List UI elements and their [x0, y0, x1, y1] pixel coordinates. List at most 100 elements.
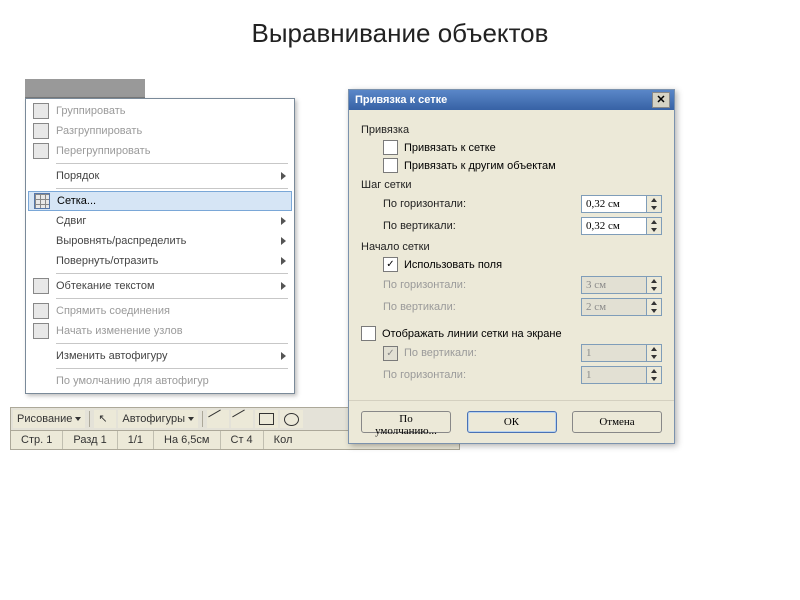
pointer-icon: ↖	[98, 412, 112, 426]
ellipse-icon	[284, 413, 299, 426]
menu-item-default-autoshape: По умолчанию для автофигур	[28, 371, 292, 391]
menu-label: Группировать	[56, 105, 286, 117]
status-col: Кол	[264, 431, 303, 449]
arrow-tool-button[interactable]	[231, 410, 253, 428]
group-snap-title: Привязка	[361, 124, 662, 136]
line-tool-button[interactable]	[207, 410, 229, 428]
default-button[interactable]: По умолчанию...	[361, 411, 451, 433]
checkbox-snap-to-objects[interactable]: Привязать к другим объектам	[383, 158, 662, 173]
group-origin-title: Начало сетки	[361, 241, 662, 253]
status-pages: 1/1	[118, 431, 154, 449]
submenu-arrow-icon	[281, 257, 286, 265]
checkbox-use-margins[interactable]: Использовать поля	[383, 257, 662, 272]
group-step-title: Шаг сетки	[361, 179, 662, 191]
line-icon	[208, 409, 228, 429]
checkbox-icon	[383, 346, 398, 361]
menu-label: Порядок	[56, 170, 275, 182]
menu-item-grid[interactable]: Сетка...	[28, 191, 292, 211]
rect-tool-button[interactable]	[255, 410, 278, 428]
checkbox-icon	[383, 257, 398, 272]
origin-h-label: По горизонтали:	[383, 279, 581, 291]
spin-down-icon[interactable]	[647, 226, 661, 234]
menu-label: Перегруппировать	[56, 145, 286, 157]
dialog-titlebar[interactable]: Привязка к сетке ✕	[349, 90, 674, 110]
cancel-button[interactable]: Отмена	[572, 411, 662, 433]
spin-down-icon	[647, 375, 661, 383]
show-v-label: По вертикали:	[404, 347, 581, 359]
origin-h-input	[581, 276, 646, 294]
menu-item-change-autoshape[interactable]: Изменить автофигуру	[28, 346, 292, 366]
rectangle-icon	[259, 413, 274, 425]
menu-label: Изменить автофигуру	[56, 350, 275, 362]
submenu-arrow-icon	[281, 282, 286, 290]
menu-separator	[56, 188, 288, 189]
menu-label: Обтекание текстом	[56, 280, 275, 292]
group-icon	[33, 103, 49, 119]
editnodes-icon	[33, 323, 49, 339]
spin-up-icon	[647, 277, 661, 285]
v-spacing-spinner[interactable]	[581, 217, 662, 235]
select-tool-button[interactable]: ↖	[94, 410, 116, 428]
autoshapes-button[interactable]: Автофигуры	[118, 410, 198, 428]
show-h-input	[581, 366, 646, 384]
menu-item-editnodes: Начать изменение узлов	[28, 321, 292, 341]
drawing-menu-button[interactable]: Рисование	[13, 410, 85, 428]
spin-up-icon[interactable]	[647, 196, 661, 204]
spin-down-icon	[647, 353, 661, 361]
spin-up-icon[interactable]	[647, 218, 661, 226]
menu-separator	[56, 163, 288, 164]
h-spacing-input[interactable]	[581, 195, 646, 213]
menu-item-ungroup: Разгруппировать	[28, 121, 292, 141]
menu-separator	[56, 298, 288, 299]
straighten-icon	[33, 303, 49, 319]
dropdown-arrow-icon	[75, 417, 81, 421]
status-line: Ст 4	[221, 431, 264, 449]
close-button[interactable]: ✕	[652, 92, 670, 108]
context-menu: Группировать Разгруппировать Перегруппир…	[25, 98, 295, 394]
menu-item-textwrap[interactable]: Обтекание текстом	[28, 276, 292, 296]
menu-label: Повернуть/отразить	[56, 255, 275, 267]
origin-v-spinner	[581, 298, 662, 316]
menu-item-align[interactable]: Выровнять/распределить	[28, 231, 292, 251]
ok-button[interactable]: ОК	[467, 411, 557, 433]
checkbox-show-vertical: По вертикали:	[383, 344, 662, 362]
checkbox-label: Использовать поля	[404, 259, 502, 271]
menu-item-nudge[interactable]: Сдвиг	[28, 211, 292, 231]
checkbox-show-gridlines[interactable]: Отображать линии сетки на экране	[361, 326, 662, 341]
status-position: На 6,5см	[154, 431, 220, 449]
textwrap-icon	[33, 278, 49, 294]
v-spacing-input[interactable]	[581, 217, 646, 235]
checkbox-snap-to-grid[interactable]: Привязать к сетке	[383, 140, 662, 155]
status-section: Разд 1	[63, 431, 117, 449]
menu-item-order[interactable]: Порядок	[28, 166, 292, 186]
button-label: Автофигуры	[122, 413, 185, 425]
page-title: Выравнивание объектов	[0, 18, 800, 49]
menu-item-regroup: Перегруппировать	[28, 141, 292, 161]
close-icon: ✕	[656, 95, 665, 106]
status-page: Стр. 1	[11, 431, 63, 449]
ungroup-icon	[33, 123, 49, 139]
dropdown-arrow-icon	[188, 417, 194, 421]
menu-label: Сдвиг	[56, 215, 275, 227]
origin-v-input	[581, 298, 646, 316]
submenu-arrow-icon	[281, 172, 286, 180]
menu-item-group: Группировать	[28, 101, 292, 121]
menu-label: Разгруппировать	[56, 125, 286, 137]
regroup-icon	[33, 143, 49, 159]
h-spacing-label: По горизонтали:	[383, 198, 581, 210]
checkbox-label: Привязать к сетке	[404, 142, 496, 154]
spin-up-icon	[647, 367, 661, 375]
menu-label: Сетка...	[57, 195, 285, 207]
spin-down-icon	[647, 285, 661, 293]
dialog-title: Привязка к сетке	[355, 94, 447, 106]
spin-down-icon[interactable]	[647, 204, 661, 212]
grid-dialog: Привязка к сетке ✕ Привязка Привязать к …	[348, 89, 675, 444]
menu-label: Выровнять/распределить	[56, 235, 275, 247]
menu-item-rotate[interactable]: Повернуть/отразить	[28, 251, 292, 271]
ellipse-tool-button[interactable]	[280, 410, 303, 428]
menu-item-straighten: Спрямить соединения	[28, 301, 292, 321]
spin-down-icon	[647, 307, 661, 315]
h-spacing-spinner[interactable]	[581, 195, 662, 213]
menu-label: Начать изменение узлов	[56, 325, 286, 337]
origin-h-spinner	[581, 276, 662, 294]
